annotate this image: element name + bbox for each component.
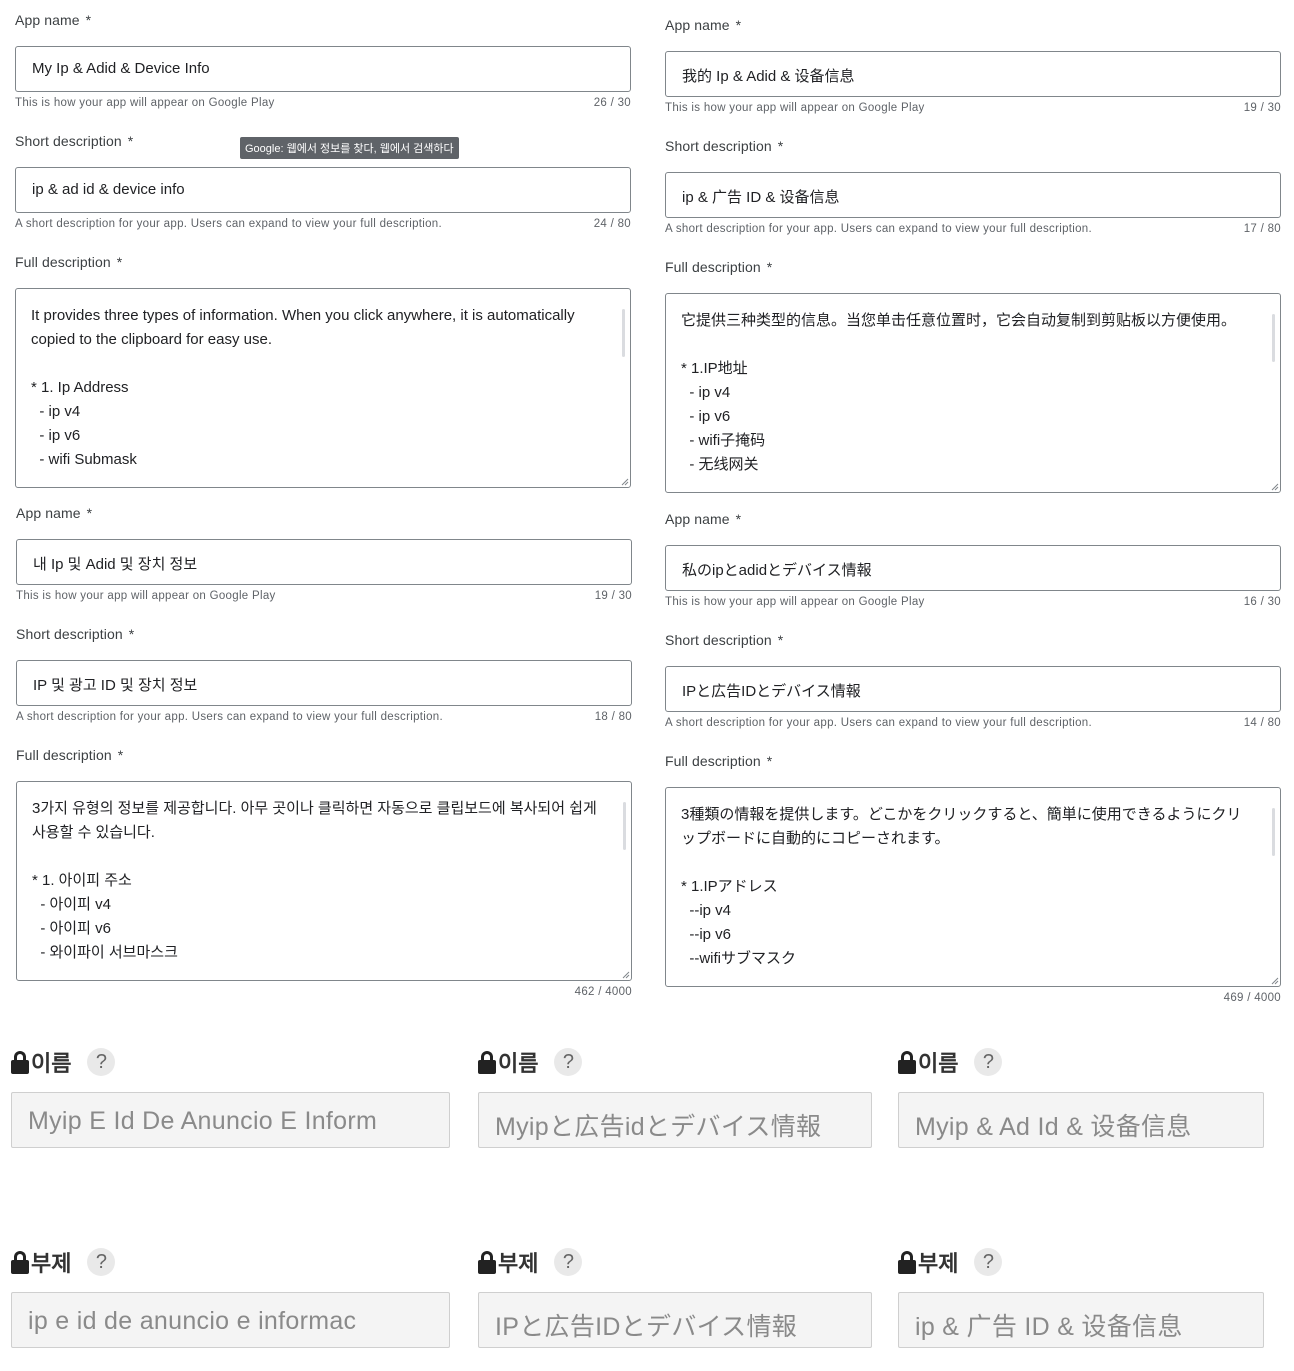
app-name-field[interactable]: 我的 Ip & Adid & 设备信息 — [665, 51, 1281, 97]
short-description-label: Short description * — [665, 138, 784, 154]
app-name-label: App name * — [665, 17, 742, 33]
full-description-textarea[interactable]: 3種類の情報を提供します。どこかをクリックすると、簡単に使用できるようにクリップ… — [665, 787, 1281, 987]
full-description-label: Full description * — [16, 747, 124, 763]
app-name-field[interactable]: 私のipとadidとデバイス情報 — [665, 545, 1281, 591]
app-name-value: 내 Ip 및 Adid 및 장치 정보 — [33, 556, 198, 573]
translate-tooltip: Google: 웹에서 정보를 찾다, 웹에서 검색하다 — [240, 137, 459, 159]
scrollbar[interactable] — [623, 802, 626, 850]
short-description-field[interactable]: IPと広告IDとデバイス情報 — [665, 666, 1281, 712]
short-description-value: IP 및 광고 ID 및 장치 정보 — [33, 677, 198, 694]
short-description-value: IPと広告IDとデバイス情報 — [682, 683, 861, 700]
name-label: 이름 — [498, 1051, 539, 1076]
help-icon[interactable]: ? — [974, 1048, 1003, 1076]
name-value: Myipと広告idとデバイス情報 — [495, 1113, 822, 1141]
full-description-label: Full description * — [665, 259, 773, 275]
lock-icon — [11, 1250, 29, 1274]
subtitle-label: 부제 — [498, 1251, 539, 1276]
help-icon[interactable]: ? — [554, 1048, 583, 1076]
app-name-count: 19 / 30 — [594, 590, 632, 602]
full-description-value: 3가지 유형의 정보를 제공합니다. 아무 곳이나 클릭하면 자동으로 클립보드… — [32, 800, 597, 961]
help-icon[interactable]: ? — [87, 1048, 116, 1076]
lock-icon — [898, 1250, 916, 1274]
help-icon[interactable]: ? — [974, 1248, 1003, 1276]
name-label: 이름 — [918, 1051, 959, 1076]
app-name-label: App name * — [665, 511, 742, 527]
subtitle-input[interactable]: ip & 广告 ID & 设备信息 — [898, 1292, 1264, 1348]
full-description-textarea[interactable]: It provides three types of information. … — [15, 288, 631, 488]
subtitle-label: 부제 — [918, 1251, 959, 1276]
resize-handle-icon[interactable] — [620, 477, 629, 486]
short-description-count: 17 / 80 — [1243, 223, 1281, 235]
app-name-value: 我的 Ip & Adid & 设备信息 — [682, 68, 855, 85]
app-name-helper: This is how your app will appear on Goog… — [15, 97, 275, 109]
full-description-value: It provides three types of information. … — [31, 307, 575, 468]
full-description-textarea[interactable]: 3가지 유형의 정보를 제공합니다. 아무 곳이나 클릭하면 자동으로 클립보드… — [16, 781, 632, 981]
help-icon[interactable]: ? — [554, 1248, 583, 1276]
app-name-field[interactable]: My Ip & Adid & Device Info — [15, 46, 631, 92]
short-description-field[interactable]: ip & ad id & device info — [15, 167, 631, 213]
name-label: 이름 — [31, 1051, 72, 1076]
short-description-helper: A short description for your app. Users … — [665, 223, 1093, 235]
short-description-count: 18 / 80 — [594, 711, 632, 723]
scrollbar[interactable] — [622, 309, 625, 357]
subtitle-input[interactable]: ip e id de anuncio e informac — [11, 1292, 450, 1348]
app-name-value: My Ip & Adid & Device Info — [32, 60, 210, 77]
short-description-label: Short description * — [16, 626, 135, 642]
lock-icon — [478, 1250, 496, 1274]
full-description-count: 469 / 4000 — [1223, 992, 1281, 1004]
short-description-field[interactable]: ip & 广告 ID & 设备信息 — [665, 172, 1281, 218]
resize-handle-icon[interactable] — [621, 970, 630, 979]
app-name-label: App name * — [16, 505, 93, 521]
lock-icon — [478, 1050, 496, 1074]
app-name-count: 26 / 30 — [593, 97, 631, 109]
short-description-label: Short description * — [665, 632, 784, 648]
name-value: Myip & Ad Id & 设备信息 — [915, 1113, 1192, 1141]
app-name-helper: This is how your app will appear on Goog… — [665, 102, 925, 114]
short-description-helper: A short description for your app. Users … — [15, 218, 443, 230]
subtitle-value: IPと広告IDとデバイス情報 — [495, 1313, 798, 1341]
scrollbar[interactable] — [1272, 314, 1275, 362]
full-description-label: Full description * — [15, 254, 123, 270]
name-value: Myip E Id De Anuncio E Inform — [28, 1107, 378, 1135]
short-description-value: ip & 广告 ID & 设备信息 — [682, 189, 840, 206]
app-name-value: 私のipとadidとデバイス情報 — [682, 562, 872, 579]
scrollbar[interactable] — [1272, 808, 1275, 856]
lock-icon — [11, 1050, 29, 1074]
help-icon[interactable]: ? — [87, 1248, 116, 1276]
subtitle-value: ip & 广告 ID & 设备信息 — [915, 1313, 1183, 1341]
app-name-helper: This is how your app will appear on Goog… — [665, 596, 925, 608]
resize-handle-icon[interactable] — [1270, 482, 1279, 491]
short-description-count: 14 / 80 — [1243, 717, 1281, 729]
name-input[interactable]: Myip E Id De Anuncio E Inform — [11, 1092, 450, 1148]
name-input[interactable]: Myipと広告idとデバイス情報 — [478, 1092, 872, 1148]
app-name-count: 19 / 30 — [1243, 102, 1281, 114]
full-description-label: Full description * — [665, 753, 773, 769]
full-description-value: 它提供三种类型的信息。当您单击任意位置时，它会自动复制到剪贴板以方便使用。 * … — [681, 312, 1237, 473]
short-description-count: 24 / 80 — [593, 218, 631, 230]
name-input[interactable]: Myip & Ad Id & 设备信息 — [898, 1092, 1264, 1148]
short-description-field[interactable]: IP 및 광고 ID 및 장치 정보 — [16, 660, 632, 706]
full-description-textarea[interactable]: 它提供三种类型的信息。当您单击任意位置时，它会自动复制到剪贴板以方便使用。 * … — [665, 293, 1281, 493]
subtitle-input[interactable]: IPと広告IDとデバイス情報 — [478, 1292, 872, 1348]
app-name-count: 16 / 30 — [1243, 596, 1281, 608]
short-description-helper: A short description for your app. Users … — [16, 711, 444, 723]
app-name-label: App name * — [15, 12, 92, 28]
short-description-label: Short description * — [15, 133, 134, 149]
subtitle-label: 부제 — [31, 1251, 72, 1276]
full-description-value: 3種類の情報を提供します。どこかをクリックすると、簡単に使用できるようにクリップ… — [681, 806, 1242, 967]
short-description-value: ip & ad id & device info — [32, 181, 185, 198]
resize-handle-icon[interactable] — [1270, 976, 1279, 985]
subtitle-value: ip e id de anuncio e informac — [28, 1307, 357, 1335]
app-name-field[interactable]: 내 Ip 및 Adid 및 장치 정보 — [16, 539, 632, 585]
lock-icon — [898, 1050, 916, 1074]
short-description-helper: A short description for your app. Users … — [665, 717, 1093, 729]
full-description-count: 462 / 4000 — [574, 986, 632, 998]
app-name-helper: This is how your app will appear on Goog… — [16, 590, 276, 602]
